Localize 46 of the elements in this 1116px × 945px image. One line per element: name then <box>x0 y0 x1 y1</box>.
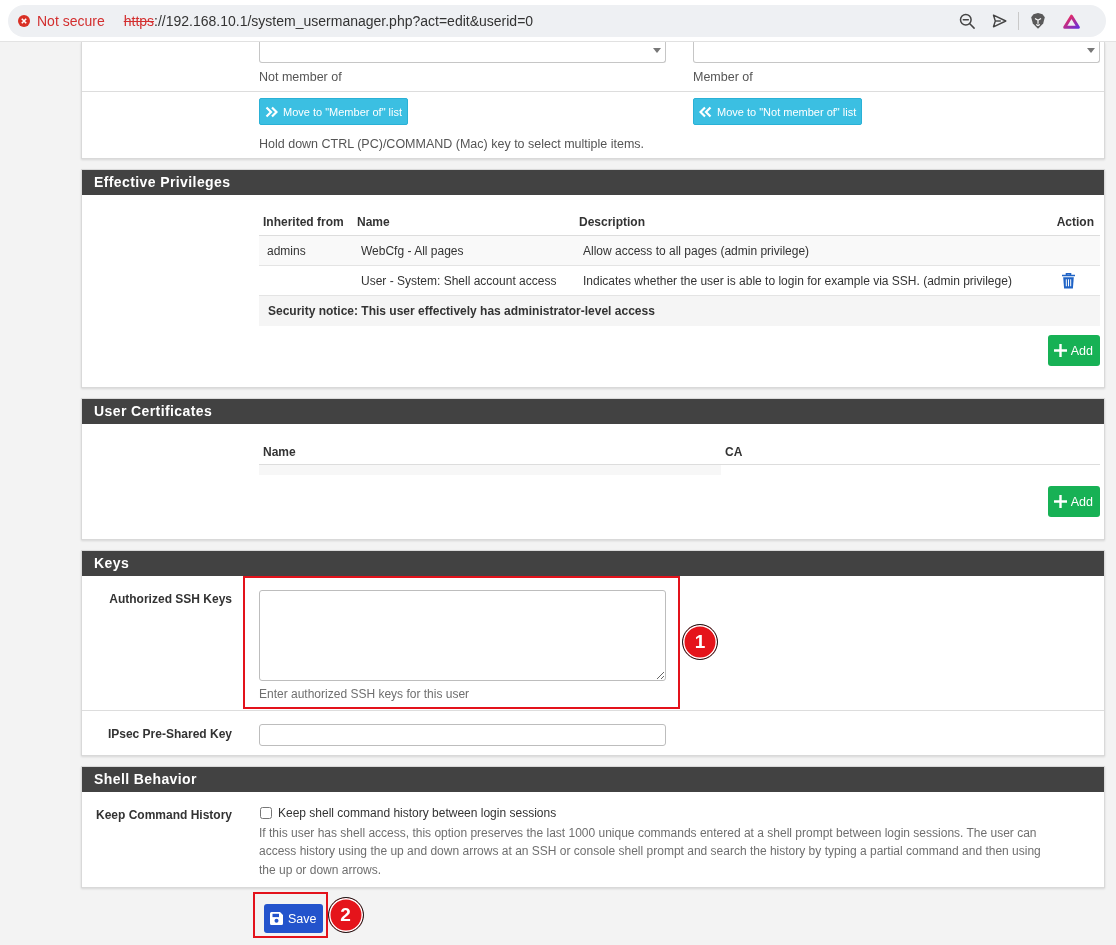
trash-icon[interactable] <box>1062 272 1075 289</box>
save-button[interactable]: Save <box>264 904 323 933</box>
table-cell-text: Indicates whether the user is able to login for example via SSH. (admin privilege) <box>582 273 1013 288</box>
field-label: Keep Command History <box>95 807 232 822</box>
table-cell-text: WebCfg - All pages <box>360 243 465 258</box>
zoom-out-icon[interactable] <box>959 13 975 29</box>
caret-down-icon <box>1087 48 1095 53</box>
checkbox-label[interactable]: Keep shell command history between login sessions <box>278 805 557 820</box>
security-status[interactable]: Not secure <box>37 13 105 29</box>
table-cell-text: admins <box>266 243 307 258</box>
help-text: Enter authorized SSH keys for this user <box>259 686 471 703</box>
callout-badge: 1 <box>682 624 718 661</box>
field-label: IPsec Pre-Shared Key <box>107 726 232 741</box>
double-chevron-right-icon <box>265 105 278 118</box>
send-icon[interactable] <box>992 14 1007 28</box>
plus-icon <box>1053 495 1067 508</box>
column-header: Name <box>262 444 297 459</box>
column-header: Action <box>1055 215 1095 229</box>
callout-badge: 2 <box>327 897 364 933</box>
add-button[interactable]: Add <box>1047 486 1100 517</box>
section-header: Effective Privileges <box>82 170 1104 195</box>
column-header: Inherited from <box>262 215 345 229</box>
address-bar[interactable]: Not secure https://192.168.10.1/system_usermanager.php?act=edit&userid=0 <box>8 5 1106 37</box>
shield-icon[interactable] <box>1030 12 1046 30</box>
listbox-label: Not member of <box>259 70 342 84</box>
input-field[interactable] <box>259 723 666 746</box>
checkbox[interactable] <box>260 806 272 819</box>
field-label: Authorized SSH Keys <box>109 592 232 606</box>
security-notice: Security notice: This user effectively has administrator-level access <box>259 296 1100 326</box>
column-header: Name <box>356 215 391 229</box>
listbox-label: Member of <box>693 70 753 84</box>
section-header: Keys <box>82 551 1104 576</box>
column-header: CA <box>724 444 744 459</box>
column-header: Description <box>578 215 646 229</box>
triangle-icon[interactable] <box>1063 13 1080 29</box>
caret-down-icon <box>653 48 661 53</box>
section-header: User Certificates <box>82 399 1104 424</box>
help-text: Hold down CTRL (PC)/COMMAND (Mac) key to select multiple items. <box>259 137 645 151</box>
table-cell-text: Allow access to all pages (admin privilege) <box>582 243 811 258</box>
help-text: If this user has shell access, this option preserves the last 1000 unique commands entered at a shell prompt between login sessions. The user can access history using the up and down arrows at an SSH or console shell prompt and search the history by typing a partial command and then using the up or down arrows. <box>259 824 1042 879</box>
url-text[interactable]: https://192.168.10.1/system_usermanager.php?act=edit&userid=0 <box>123 13 534 29</box>
double-chevron-left-icon <box>699 105 712 118</box>
plus-icon <box>1053 344 1067 357</box>
table-cell-text: User - System: Shell account access <box>360 273 558 288</box>
add-button[interactable]: Add <box>1047 335 1100 366</box>
section-header: Shell Behavior <box>82 766 1104 792</box>
